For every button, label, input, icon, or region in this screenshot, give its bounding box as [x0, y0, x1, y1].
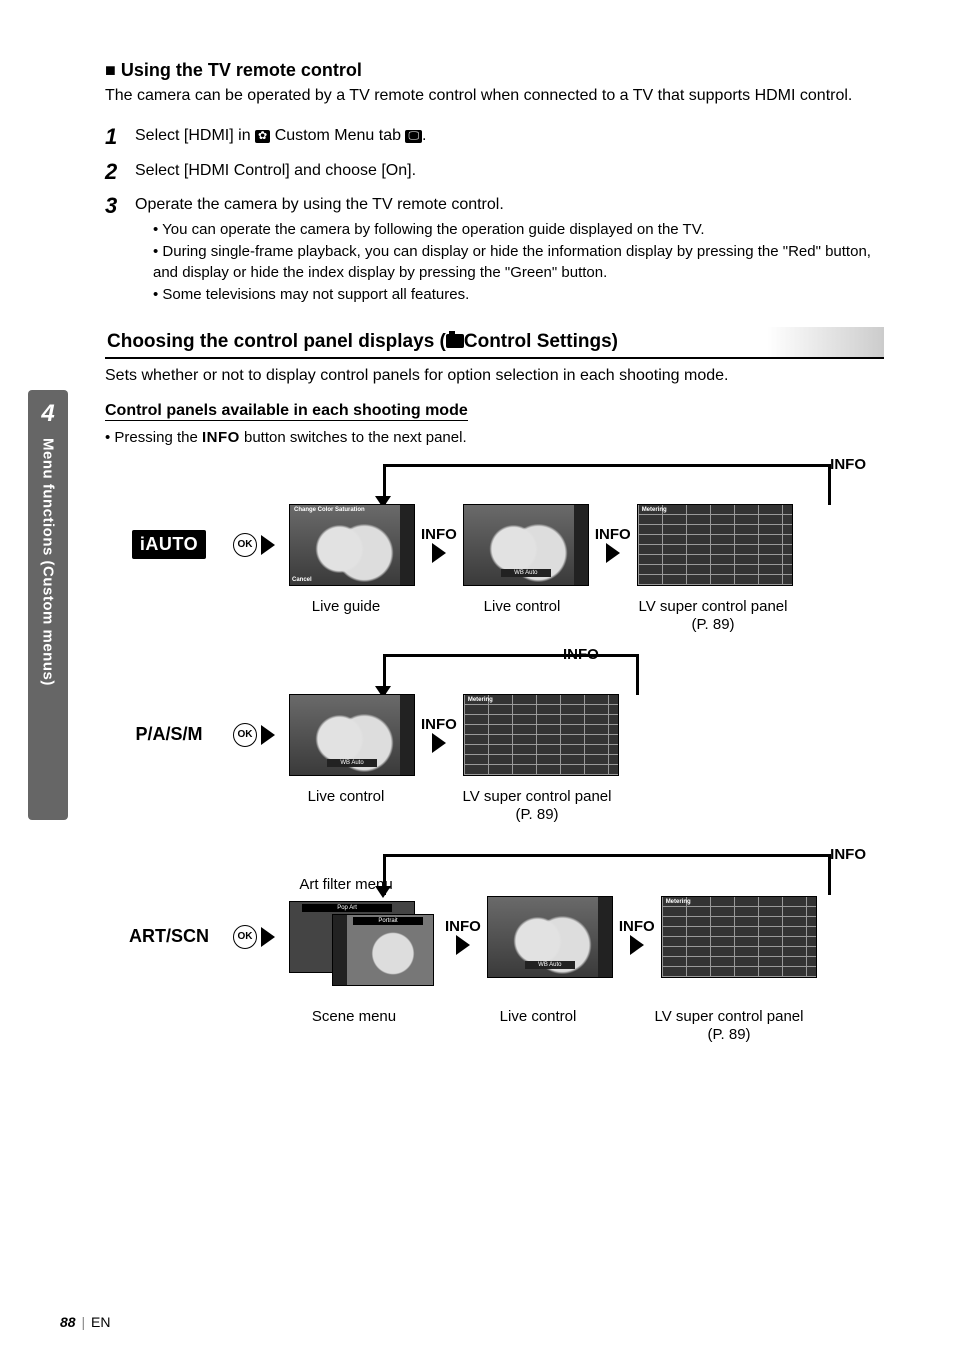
step3-text: Operate the camera by using the TV remot… — [135, 196, 504, 213]
arrow-right-icon — [606, 543, 620, 563]
loop-line-artscn — [383, 854, 831, 895]
loop-line-iauto — [383, 464, 831, 505]
thumb-wb: WB Auto — [501, 569, 551, 577]
menu-tab-d-icon: 🖵 — [405, 130, 422, 143]
info-label: INFO — [445, 918, 481, 935]
caption-live-control: Live control — [475, 1008, 601, 1044]
arrow-right-icon — [261, 927, 275, 947]
step1-post: . — [422, 127, 426, 144]
step-content: Select [HDMI] in ✿ Custom Menu tab 🖵. — [135, 125, 884, 149]
thumb-wb: WB Auto — [327, 759, 377, 767]
section-heading-control-settings: Choosing the control panel displays ( Con… — [105, 327, 884, 359]
step-number: 3 — [105, 194, 135, 307]
loop-line-pasm — [383, 654, 639, 695]
page-number: 88 — [60, 1314, 76, 1330]
control-settings-intro: Sets whether or not to display control p… — [105, 365, 884, 387]
caption-live-control: Live control — [283, 788, 409, 824]
arrow-right-icon — [261, 535, 275, 555]
caption-lv-super: LV super control panel (P. 89) — [651, 1008, 807, 1044]
thumb-popart: Pop Art — [302, 904, 391, 912]
step1-pre: Select [HDMI] in — [135, 127, 255, 144]
thumb-art-filter-menu: Pop Art Portrait — [289, 901, 415, 973]
thumb-live-guide: Change Color Saturation Cancel — [289, 504, 415, 586]
thumb-lv-super-iauto: Metering — [637, 504, 793, 586]
thumb-cancel: Cancel — [292, 577, 312, 583]
mode-label-iauto: iAUTO — [105, 530, 233, 559]
thumb-title: Change Color Saturation — [294, 507, 365, 513]
info-label-loop: INFO — [830, 456, 866, 473]
caption-lv-super: LV super control panel (P. 89) — [459, 788, 615, 824]
thumb-metering: Metering — [468, 697, 493, 703]
mode-label-pasm: P/A/S/M — [105, 724, 233, 745]
sub-heading-panels: Control panels available in each shootin… — [105, 402, 468, 421]
thumb-lv-super-pasm: Metering — [463, 694, 619, 776]
thumb-live-control-pasm: WB Auto — [289, 694, 415, 776]
thumb-live-control-iauto: WB Auto — [463, 504, 589, 586]
chapter-number: 4 — [41, 400, 54, 428]
page-lang: EN — [91, 1314, 110, 1330]
thumb-portrait: Portrait — [353, 917, 423, 925]
caption-live-control: Live control — [459, 598, 585, 634]
caption-lv-super: LV super control panel (P. 89) — [635, 598, 791, 634]
chapter-tab: 4 Menu functions (Custom menus) — [28, 390, 68, 820]
thumb-wb: WB Auto — [525, 961, 575, 969]
arrow-right-icon — [432, 543, 446, 563]
info-label: INFO — [619, 918, 655, 935]
camera-icon — [446, 334, 464, 348]
step-1: 1 Select [HDMI] in ✿ Custom Menu tab 🖵. — [105, 125, 884, 149]
arrow-right-icon — [630, 935, 644, 955]
info-label-loop: INFO — [830, 846, 866, 863]
thumb-live-control-art: WB Auto — [487, 896, 613, 978]
bullet-post: button switches to the next panel. — [240, 429, 467, 446]
step1-mid: Custom Menu tab — [275, 127, 406, 144]
arrow-right-icon — [261, 725, 275, 745]
step3-sub-1: You can operate the camera by following … — [153, 220, 884, 240]
step-content: Select [HDMI Control] and choose [On]. — [135, 160, 884, 184]
info-label: INFO — [421, 526, 457, 543]
caption-scene-menu: Scene menu — [283, 1008, 425, 1044]
info-label-loop: INFO — [563, 646, 599, 663]
thumb-metering: Metering — [666, 899, 691, 905]
iauto-text: AUTO — [145, 534, 198, 554]
info-label: INFO — [595, 526, 631, 543]
section-heading-tv-remote: Using the TV remote control — [105, 60, 884, 81]
info-button-label: INFO — [202, 429, 240, 446]
info-bullet: Pressing the INFO button switches to the… — [105, 429, 884, 446]
control-panel-diagram: INFO iAUTO OK Change Color Saturation Ca… — [105, 456, 884, 1076]
step3-sub-2: During single-frame playback, you can di… — [153, 242, 884, 283]
mode-label-artscn: ART/SCN — [105, 926, 233, 947]
step3-sub-3: Some televisions may not support all fea… — [153, 285, 884, 305]
step-number: 1 — [105, 125, 135, 149]
info-label: INFO — [421, 716, 457, 733]
bullet-pre: Pressing the — [114, 429, 202, 446]
ok-arrow: OK — [233, 925, 275, 949]
page-footer: 88 | EN — [60, 1314, 110, 1330]
arrow-right-icon — [456, 935, 470, 955]
step-content: Operate the camera by using the TV remot… — [135, 194, 884, 307]
ok-arrow: OK — [233, 533, 275, 557]
art-filter-menu-label: Art filter menu — [283, 876, 409, 893]
caption-live-guide: Live guide — [283, 598, 409, 634]
ok-arrow: OK — [233, 723, 275, 747]
heading-post: Control Settings) — [464, 331, 618, 352]
intro-paragraph: The camera can be operated by a TV remot… — [105, 85, 884, 107]
ok-icon: OK — [233, 925, 257, 949]
step-2: 2 Select [HDMI Control] and choose [On]. — [105, 160, 884, 184]
heading-pre: Choosing the control panel displays ( — [107, 331, 446, 352]
chapter-title: Menu functions (Custom menus) — [40, 438, 57, 686]
thumb-lv-super-art: Metering — [661, 896, 817, 978]
step-3: 3 Operate the camera by using the TV rem… — [105, 194, 884, 307]
thumb-scene-menu-overlay: Portrait — [332, 914, 434, 986]
ok-icon: OK — [233, 723, 257, 747]
cog-icon: ✿ — [255, 130, 270, 143]
thumb-metering: Metering — [642, 507, 667, 513]
step-number: 2 — [105, 160, 135, 184]
arrow-right-icon — [432, 733, 446, 753]
ok-icon: OK — [233, 533, 257, 557]
